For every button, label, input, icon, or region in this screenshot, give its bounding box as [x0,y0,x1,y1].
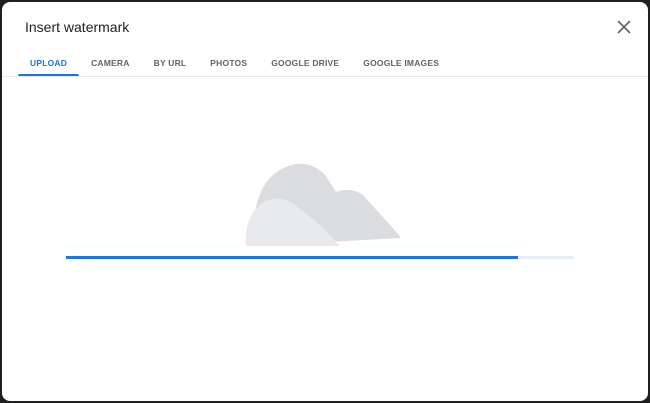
dialog-title: Insert watermark [25,19,130,35]
upload-progress-bar [66,256,574,259]
tab-by-url[interactable]: BY URL [142,50,199,76]
tab-google-images[interactable]: GOOGLE IMAGES [351,50,451,76]
insert-watermark-dialog: Insert watermark UPLOAD CAMERA BY URL PH… [2,2,648,401]
close-icon [617,20,631,34]
cloud-illustration-icon [242,162,402,248]
upload-progress-fill [66,256,519,259]
tab-bar: UPLOAD CAMERA BY URL PHOTOS GOOGLE DRIVE… [18,50,451,78]
tab-photos[interactable]: PHOTOS [198,50,259,76]
tab-divider [2,76,648,77]
tab-upload[interactable]: UPLOAD [18,50,80,77]
close-button[interactable] [614,17,634,37]
tab-camera[interactable]: CAMERA [79,50,142,76]
tab-google-drive[interactable]: GOOGLE DRIVE [259,50,351,76]
